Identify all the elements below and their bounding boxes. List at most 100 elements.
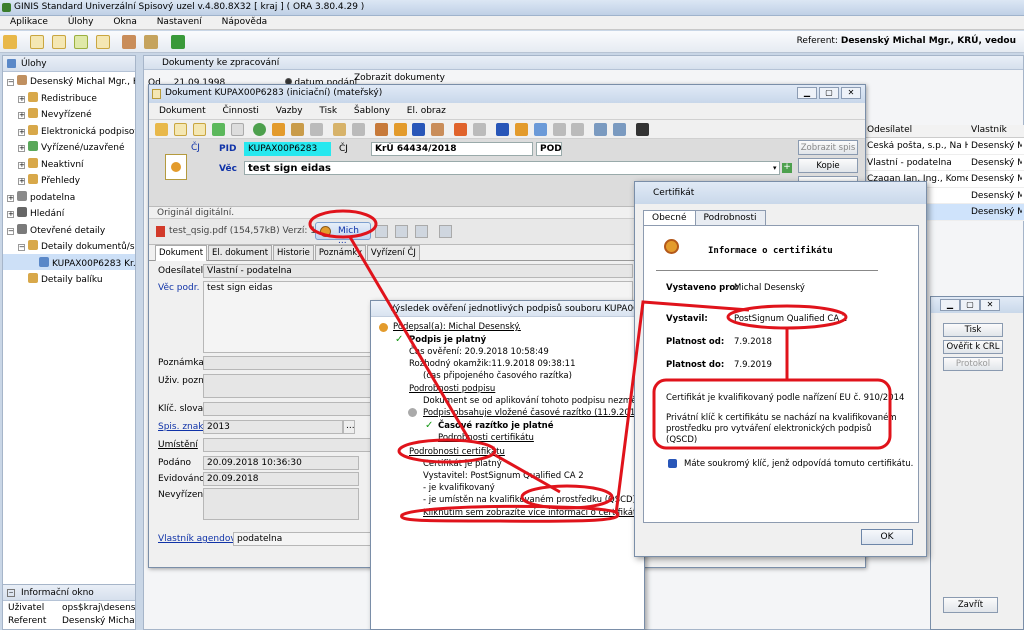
vec-field[interactable]: test sign eidas: [244, 161, 780, 175]
person-icon[interactable]: [473, 123, 486, 136]
signature-details-link[interactable]: Podrobnosti podpisu: [409, 384, 495, 394]
maximize-button[interactable]: ▢: [960, 299, 980, 311]
stamp-icon[interactable]: [351, 123, 365, 136]
expand-icon[interactable]: +: [18, 161, 25, 169]
tree-item[interactable]: − Otevřené detaily: [3, 221, 135, 238]
tree-item[interactable]: + Elektronická podpisov...: [3, 122, 135, 139]
folder-icon[interactable]: [3, 35, 17, 49]
signature-button[interactable]: Mich ...: [315, 222, 371, 246]
file-action-icon-2[interactable]: [395, 225, 408, 238]
odesilatel-field[interactable]: Vlastní - podatelna: [203, 264, 633, 278]
tab-dokument[interactable]: Dokument: [155, 245, 208, 261]
collapse-icon[interactable]: −: [7, 79, 14, 86]
folder-icon[interactable]: [155, 123, 168, 136]
certificate-details-link[interactable]: Podrobnosti certifikátu: [409, 447, 505, 457]
file-action-icon-3[interactable]: [415, 225, 428, 238]
document-forward-icon[interactable]: [73, 35, 88, 49]
tools-icon[interactable]: [122, 35, 137, 49]
undo-icon[interactable]: [310, 123, 323, 136]
timestamp-cert-details-link[interactable]: Podrobnosti certifikátu: [438, 433, 534, 443]
document-edit-icon[interactable]: [51, 35, 66, 49]
document-list-icon[interactable]: [95, 35, 110, 49]
expand-icon[interactable]: +: [7, 194, 14, 202]
menu-dokument[interactable]: Dokument: [159, 106, 206, 116]
umisteni-label[interactable]: Umístění: [158, 440, 198, 450]
expand-icon[interactable]: +: [18, 128, 25, 136]
expand-icon[interactable]: +: [18, 145, 25, 152]
more-cert-info-link[interactable]: Kliknutím sem zobrazíte více informací o…: [423, 508, 642, 518]
file-action-icon-1[interactable]: [375, 225, 388, 238]
refresh-icon[interactable]: [253, 123, 267, 136]
spis-znak-browse-button[interactable]: ...: [343, 420, 355, 434]
tools-icon[interactable]: [431, 123, 445, 136]
cj-field[interactable]: KrÚ 64434/2018: [371, 142, 533, 156]
close-button[interactable]: ✕: [980, 299, 1000, 311]
menu-okna[interactable]: Okna: [103, 16, 144, 27]
view-icon[interactable]: [613, 123, 627, 136]
pid-field[interactable]: KUPAX00P6283: [244, 142, 331, 156]
seal-icon[interactable]: [393, 123, 407, 136]
tab-details[interactable]: Podrobnosti: [694, 210, 766, 225]
new-document-icon[interactable]: [173, 123, 187, 136]
tab-el-dokument[interactable]: El. dokument: [208, 245, 273, 260]
close-button[interactable]: ✕: [841, 87, 861, 99]
calendar-icon[interactable]: [454, 123, 468, 136]
signed-by-link[interactable]: Podepsal(a): Michal Desenský.: [393, 322, 521, 332]
expand-icon[interactable]: +: [18, 112, 25, 119]
menu-nastaveni[interactable]: Nastavení: [147, 16, 209, 27]
vec-podr-label[interactable]: Věc podr.: [158, 283, 199, 293]
menu-cinnosti[interactable]: Činnosti: [223, 106, 259, 116]
menu-aplikace[interactable]: Aplikace: [0, 16, 55, 27]
check-icon[interactable]: [211, 123, 225, 136]
tree-item[interactable]: Detaily balíku: [3, 270, 135, 287]
ok-button[interactable]: OK: [861, 529, 913, 545]
grid-col-owner[interactable]: Vlastník: [968, 125, 1022, 135]
tree-item[interactable]: + Hledání: [3, 204, 135, 221]
link-icon[interactable]: [514, 123, 528, 136]
menu-vazby[interactable]: Vazby: [276, 106, 303, 116]
show-documents-button[interactable]: Zobrazit dokumenty: [354, 73, 445, 83]
copy-button[interactable]: Kopie: [798, 158, 858, 173]
tree-item[interactable]: − Detaily dokumentů/s...: [3, 237, 135, 254]
approve-icon[interactable]: [412, 123, 426, 136]
pencil-icon[interactable]: [272, 123, 286, 136]
box-icon[interactable]: [332, 123, 346, 136]
grid-col-sender[interactable]: Odesílatel: [864, 125, 968, 135]
menu-napoveda[interactable]: Nápověda: [212, 16, 275, 27]
pod-field[interactable]: POD: [536, 142, 562, 156]
add-icon[interactable]: +: [782, 163, 792, 173]
package-icon[interactable]: [144, 35, 159, 49]
table-row[interactable]: Česká pošta, s.p., Na Hrá...Desenský Mic…: [864, 138, 1024, 155]
menu-sablony[interactable]: Šablony: [354, 106, 390, 116]
vec-scroll-arrow[interactable]: ▾: [773, 164, 777, 172]
tab-historie[interactable]: Historie: [273, 245, 314, 260]
print-button[interactable]: Tisk: [943, 323, 1003, 337]
export-icon[interactable]: [533, 123, 547, 136]
maximize-button[interactable]: ▢: [819, 87, 839, 99]
tree-item[interactable]: KUPAX00P6283 Kr...: [3, 253, 135, 270]
protocol-button[interactable]: Protokol: [943, 357, 1003, 371]
edit-icon[interactable]: [192, 123, 206, 136]
file-name[interactable]: test_qsig.pdf (154,57kB) Verzí: 1: [169, 226, 316, 236]
verify-crl-button[interactable]: Ověřit k CRL: [943, 340, 1003, 354]
menu-tisk[interactable]: Tisk: [319, 106, 337, 116]
close-dialog-button[interactable]: Zavřít: [943, 597, 998, 613]
vlastnik-agendovy-label[interactable]: Vlastník agendový: [158, 534, 241, 544]
merge-icon[interactable]: [552, 123, 566, 136]
tab-vyrizeni-cj[interactable]: Vyřízení ČJ: [366, 245, 420, 260]
tree-item[interactable]: + Neaktivní: [3, 155, 135, 172]
new-document-icon[interactable]: [29, 35, 44, 49]
scan-icon[interactable]: [594, 123, 608, 136]
table-row[interactable]: Vlastní - podatelna Desenský Mich: [864, 155, 1024, 171]
file-action-icon-4[interactable]: [439, 225, 452, 238]
menu-el-obraz[interactable]: El. obraz: [407, 106, 446, 116]
expand-icon[interactable]: +: [18, 95, 25, 103]
collapse-icon[interactable]: −: [7, 227, 14, 235]
tab-general[interactable]: Obecné: [643, 210, 696, 226]
vlastnik-agendovy-field[interactable]: podatelna: [233, 532, 373, 546]
show-file-button[interactable]: Zobrazit spis: [798, 140, 858, 155]
expand-icon[interactable]: +: [18, 178, 25, 185]
collapse-icon[interactable]: −: [18, 244, 25, 251]
minimize-button[interactable]: ▁: [940, 299, 960, 311]
expand-icon[interactable]: +: [7, 211, 14, 218]
